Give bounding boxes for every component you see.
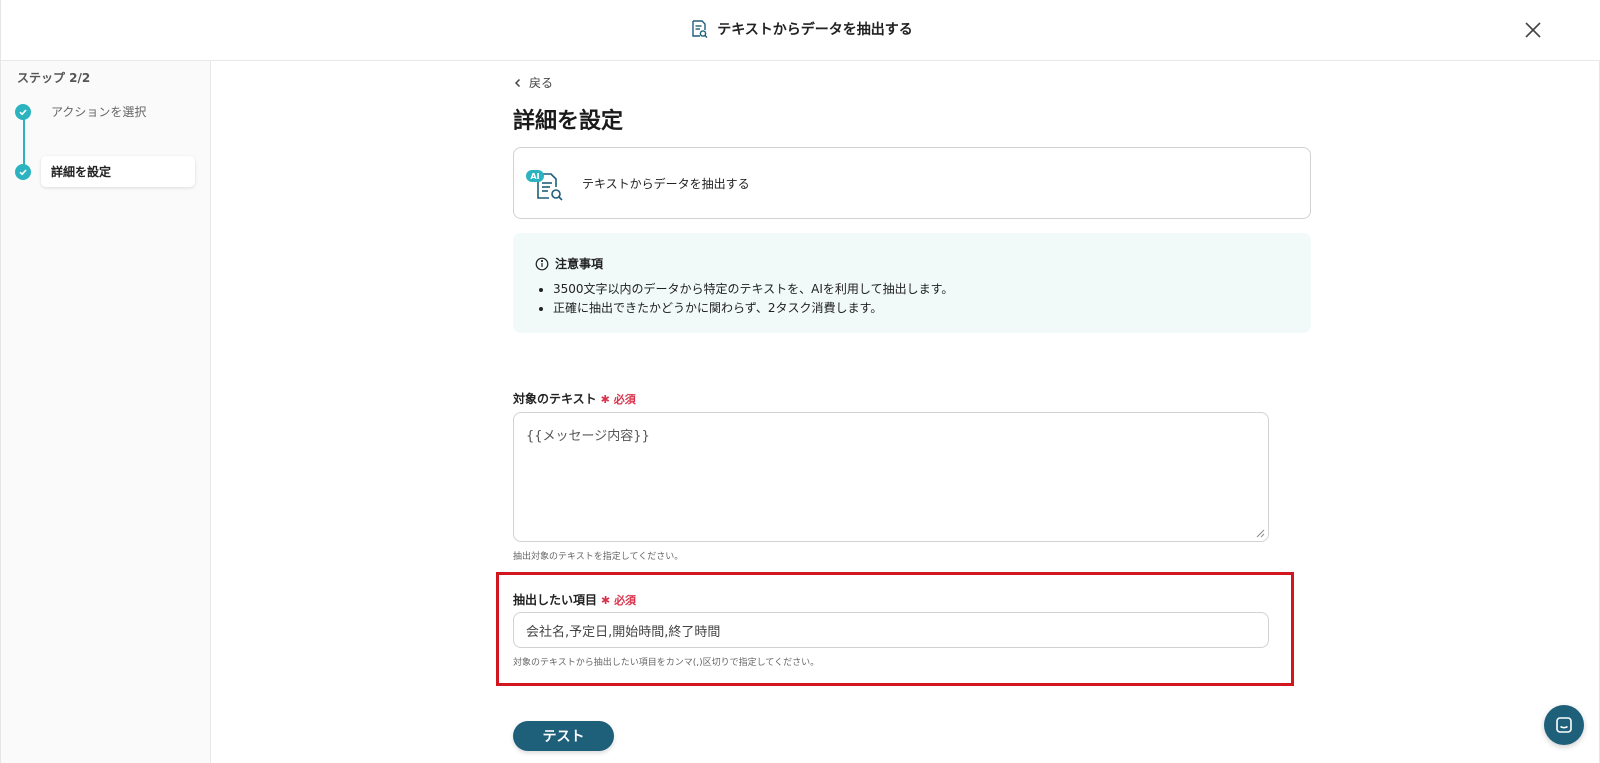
close-icon[interactable] xyxy=(1523,20,1543,40)
required-badge: ✱ 必須 xyxy=(600,393,636,406)
selected-action-card[interactable]: AI テキストからデータを抽出する xyxy=(513,147,1311,219)
sidebar-step-select-action[interactable]: アクションを選択 xyxy=(15,103,146,120)
resize-handle-icon[interactable] xyxy=(1255,528,1265,538)
step-count: ステップ 2/2 xyxy=(17,71,91,85)
ai-badge: AI xyxy=(526,170,544,182)
extract-items-value: 会社名,予定日,開始時間,終了時間 xyxy=(526,624,721,640)
target-text-textarea[interactable]: {{メッセージ内容}} xyxy=(513,412,1269,542)
notice-list: 3500文字以内のデータから特定のテキストを、AIを利用して抽出します。 正確に… xyxy=(535,280,1289,318)
notice-item: 3500文字以内のデータから特定のテキストを、AIを利用して抽出します。 xyxy=(553,280,1289,299)
page-title: 詳細を設定 xyxy=(513,109,624,134)
header-title: テキストからデータを抽出する xyxy=(717,22,913,38)
target-text-value: {{メッセージ内容}} xyxy=(526,429,650,444)
sidebar-step-detail-settings[interactable]: 詳細を設定 xyxy=(15,156,195,187)
step-check-icon xyxy=(15,103,31,120)
chat-support-button[interactable] xyxy=(1544,705,1584,745)
header: テキストからデータを抽出する xyxy=(1,0,1600,61)
extract-items-hint: 対象のテキストから抽出したい項目をカンマ(,)区切りで指定してください。 xyxy=(513,658,820,668)
required-text: 必須 xyxy=(613,393,636,406)
required-badge: ✱ 必須 xyxy=(601,594,637,607)
header-title-group: テキストからデータを抽出する xyxy=(1,19,1600,39)
notice-box: 注意事項 3500文字以内のデータから特定のテキストを、AIを利用して抽出します… xyxy=(513,233,1311,333)
step-label: アクションを選択 xyxy=(51,105,147,119)
extract-items-label-group: 抽出したい項目 ✱ 必須 xyxy=(513,591,636,608)
target-text-label-group: 対象のテキスト ✱ 必須 xyxy=(513,390,636,407)
info-icon xyxy=(535,257,549,270)
step-label-current: 詳細を設定 xyxy=(41,156,195,187)
chat-icon xyxy=(1556,717,1572,733)
target-text-hint: 抽出対象のテキストを指定してください。 xyxy=(513,552,684,562)
sidebar: ステップ 2/2 アクションを選択 詳細を設定 xyxy=(1,61,211,763)
document-search-icon xyxy=(692,20,708,38)
action-card-label: テキストからデータを抽出する xyxy=(582,176,750,191)
step-check-icon xyxy=(15,163,31,180)
extract-items-label: 抽出したい項目 xyxy=(513,593,598,607)
ai-document-search-icon: AI xyxy=(524,158,574,208)
extract-items-input[interactable]: 会社名,予定日,開始時間,終了時間 xyxy=(513,612,1269,648)
notice-title: 注意事項 xyxy=(555,257,604,271)
back-link[interactable]: 戻る xyxy=(513,74,553,91)
required-text: 必須 xyxy=(614,594,637,607)
notice-heading: 注意事項 xyxy=(535,255,1289,272)
back-label: 戻る xyxy=(529,76,554,90)
test-button[interactable]: テスト xyxy=(513,721,614,751)
chevron-left-icon xyxy=(514,78,521,87)
notice-item: 正確に抽出できたかどうかに関わらず、2タスク消費します。 xyxy=(553,299,1289,318)
app-frame: テキストからデータを抽出する ステップ 2/2 アクションを選択 詳細を設定 戻… xyxy=(0,0,1600,763)
target-text-label: 対象のテキスト xyxy=(513,392,597,406)
